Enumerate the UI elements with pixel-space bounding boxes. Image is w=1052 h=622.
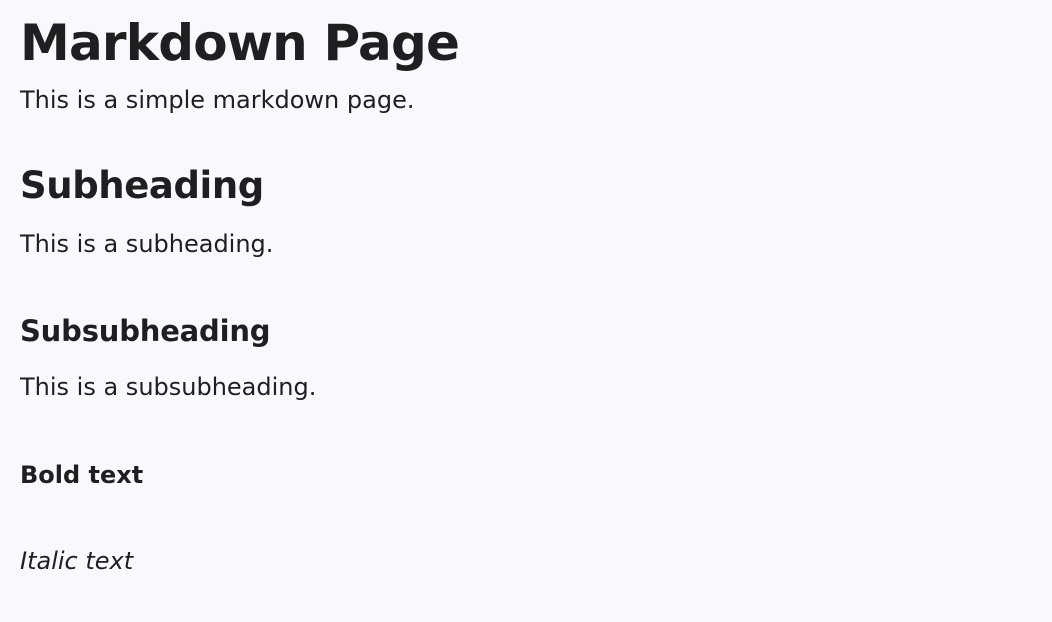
- subsubheading: Subsubheading: [20, 314, 271, 348]
- italic-text: Italic text: [20, 547, 134, 575]
- intro-paragraph: This is a simple markdown page.: [20, 86, 415, 114]
- subsubheading-paragraph: This is a subsubheading.: [20, 373, 317, 401]
- subheading: Subheading: [20, 164, 264, 207]
- page-title: Markdown Page: [20, 14, 460, 72]
- subheading-paragraph: This is a subheading.: [20, 230, 274, 258]
- markdown-page: Markdown Page This is a simple markdown …: [0, 0, 1052, 622]
- bold-text: Bold text: [20, 461, 144, 489]
